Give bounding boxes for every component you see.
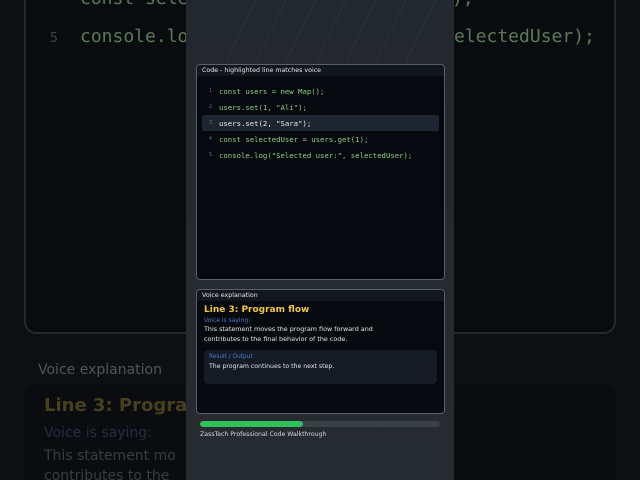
line-number: 2 xyxy=(208,104,212,110)
result-box: Result / Output The program continues to… xyxy=(204,350,437,384)
voice-card: Voice explanation Line 3: Program flow V… xyxy=(196,289,445,414)
line-number: 5 xyxy=(208,152,212,158)
progress-fill xyxy=(200,421,304,427)
code-card-header: Code - highlighted line matches voice xyxy=(197,65,444,76)
voice-body: Line 3: Program flow Voice is saying: Th… xyxy=(197,301,444,387)
result-text: The program continues to the next step. xyxy=(209,363,335,370)
code-lines: 1 const users = new Map(); 2 users.set(1… xyxy=(197,76,444,163)
line-number: 4 xyxy=(208,136,212,142)
code-text: console.log("Selected user:", selectedUs… xyxy=(219,150,413,160)
code-card: Code - highlighted line matches voice 1 … xyxy=(196,64,445,280)
line-number: 3 xyxy=(208,120,212,126)
code-text: const users = new Map(); xyxy=(219,86,325,96)
code-text: users.set(1, "Ali"); xyxy=(219,102,307,112)
result-label: Result / Output xyxy=(209,354,253,360)
code-line: 4 const selectedUser = users.get(1); xyxy=(202,131,439,147)
decorative-stripes xyxy=(225,0,437,62)
footer-brand: ZassTech Professional Code Walkthrough xyxy=(200,431,327,438)
code-line: 1 const users = new Map(); xyxy=(202,83,439,99)
code-line: 2 users.set(1, "Ali"); xyxy=(202,99,439,115)
voice-title: Line 3: Program flow xyxy=(204,305,310,315)
voice-subtitle: Voice is saying: xyxy=(204,317,251,324)
code-text: const selectedUser = users.get(1); xyxy=(219,134,369,144)
code-line: 5 console.log("Selected user:", selected… xyxy=(202,147,439,163)
walkthrough-panel: Code - highlighted line matches voice 1 … xyxy=(186,0,454,480)
code-text: users.set(2, "Sara"); xyxy=(219,118,312,128)
code-line-highlighted: 3 users.set(2, "Sara"); xyxy=(202,115,439,131)
voice-card-header: Voice explanation xyxy=(197,290,444,301)
progress-bar xyxy=(200,421,440,427)
line-number: 1 xyxy=(208,88,212,94)
voice-description: This statement moves the program flow fo… xyxy=(204,325,373,343)
